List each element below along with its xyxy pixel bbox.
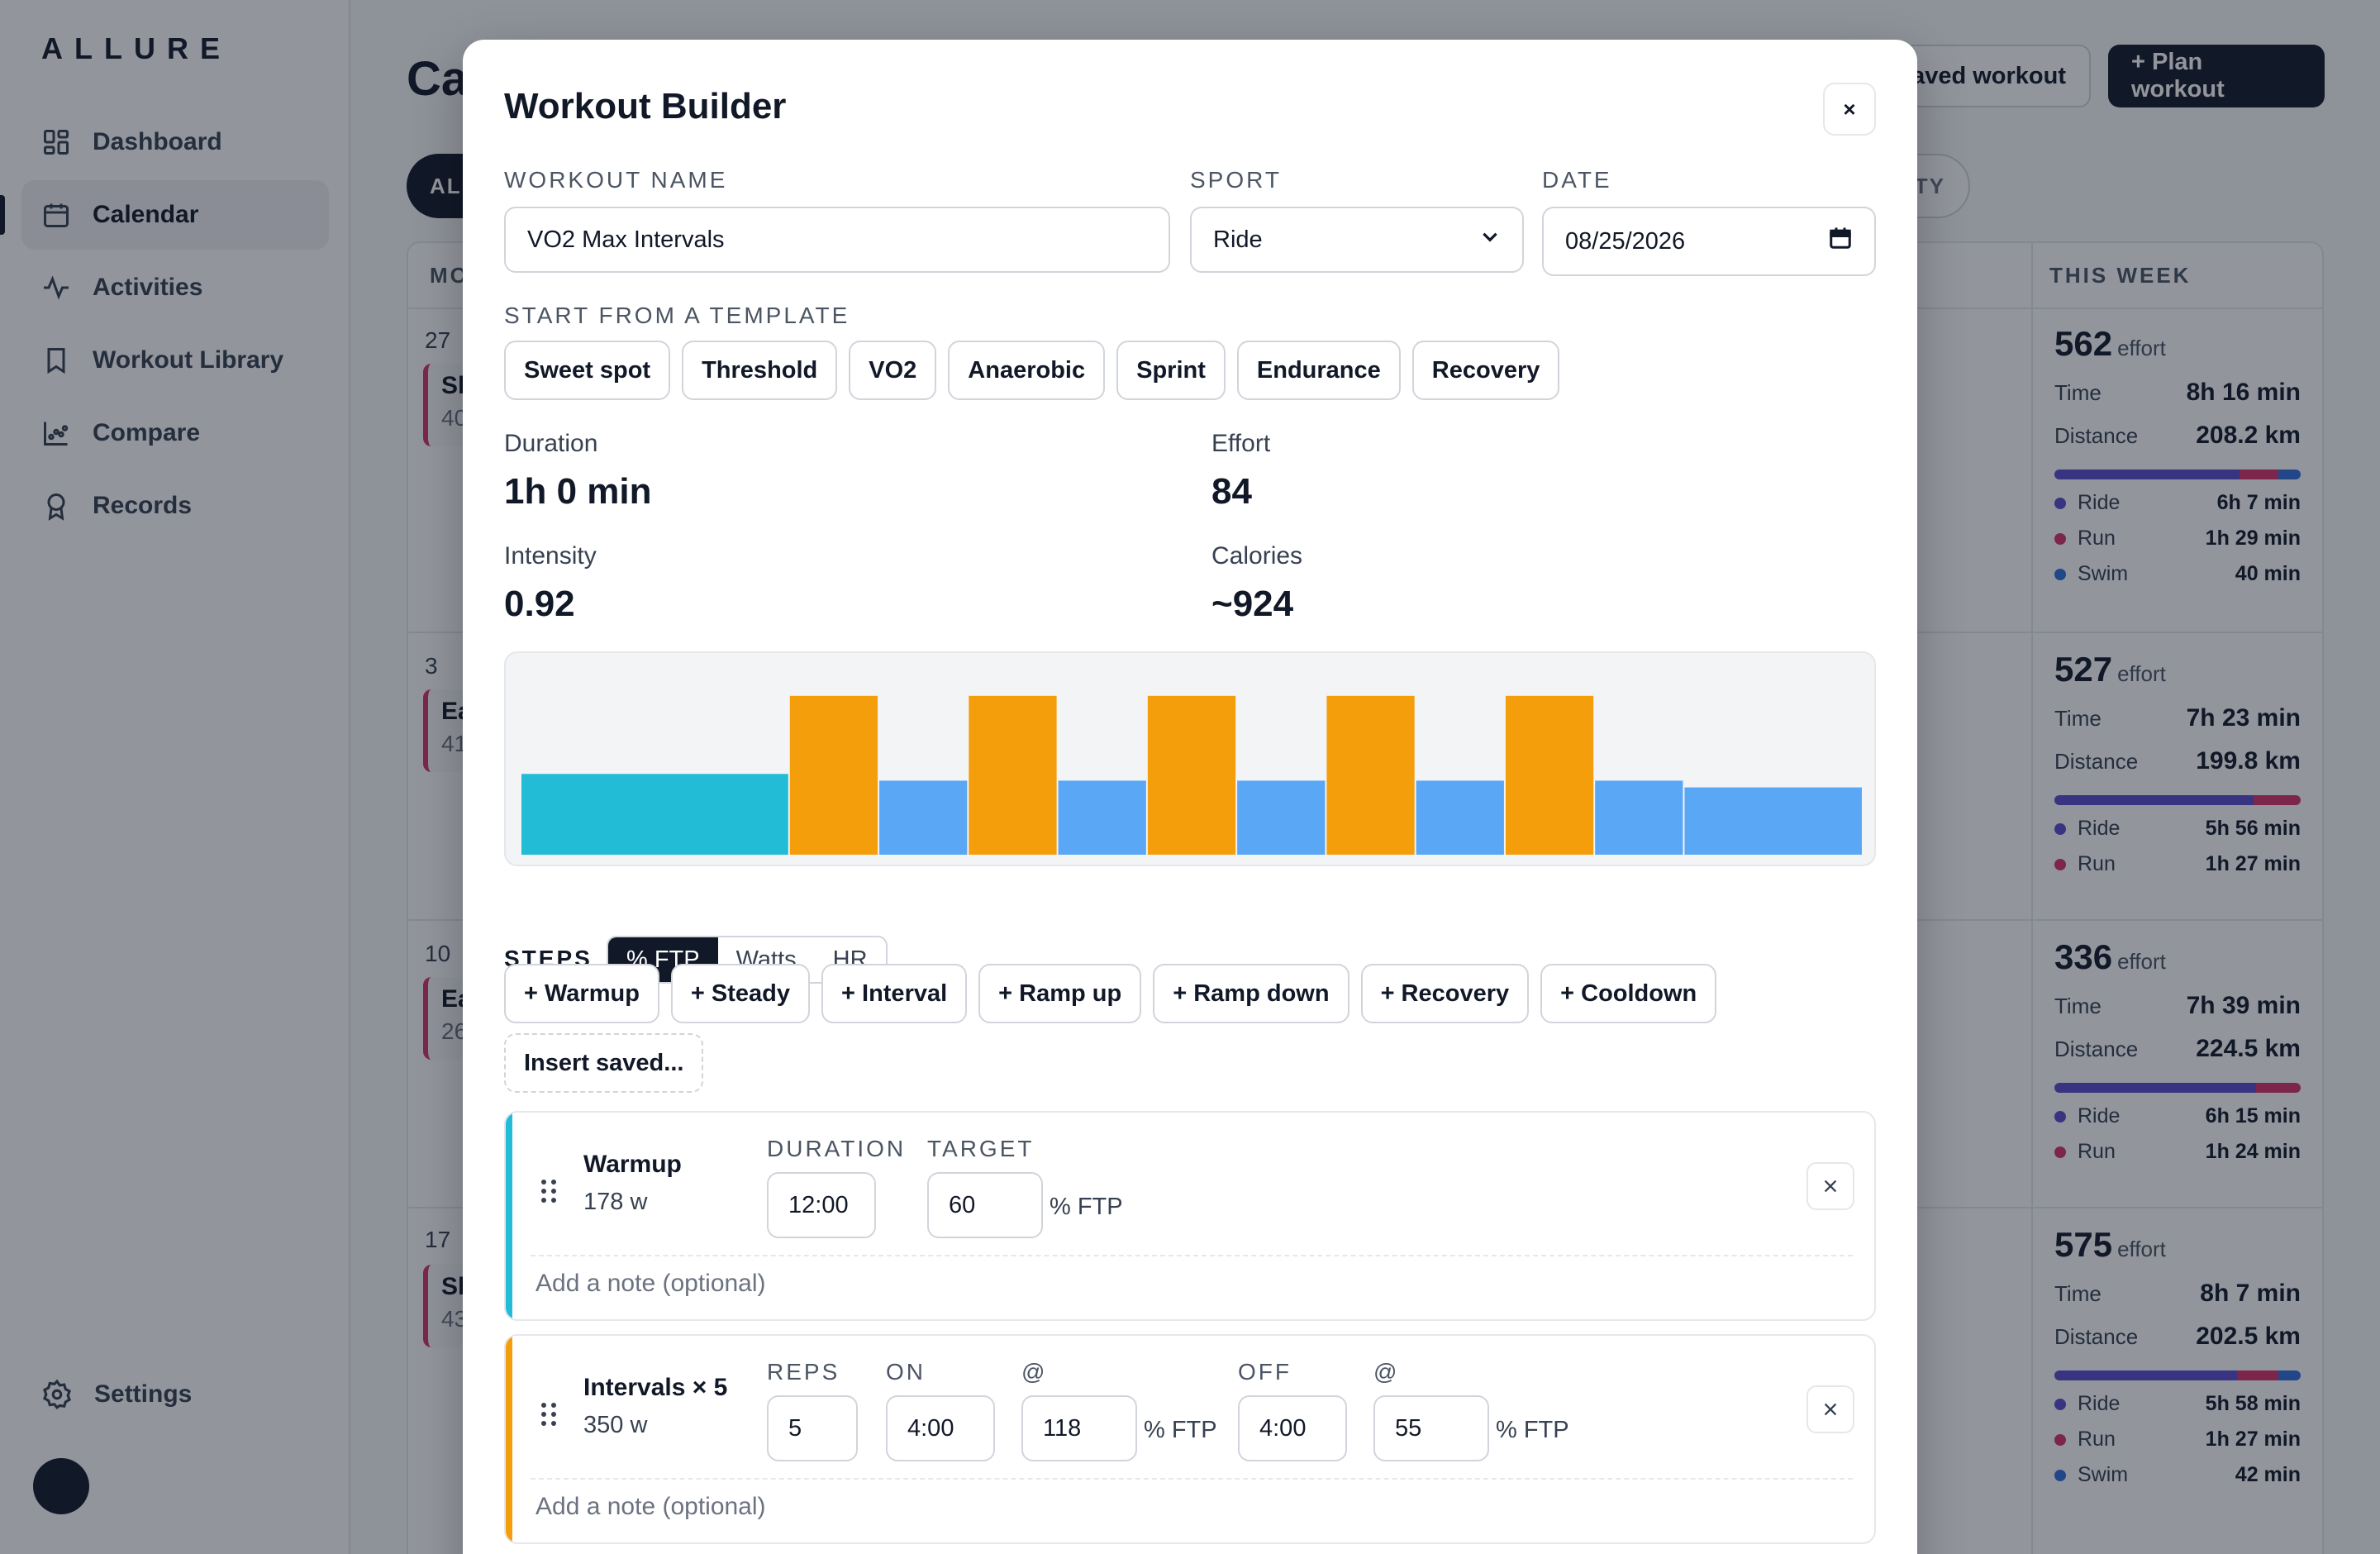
profile-bar-off (1595, 780, 1683, 855)
close-icon: × (1843, 96, 1856, 122)
chevron-down-icon (1479, 226, 1501, 254)
workout-name-label: WORKOUT NAME (504, 167, 728, 193)
step-note-input[interactable]: Add a note (optional) (536, 1270, 766, 1298)
add-ramp-down-button[interactable]: + Ramp down (1153, 964, 1349, 1023)
reps-field-label: REPS (767, 1359, 840, 1385)
delete-step-button[interactable] (1806, 1385, 1854, 1433)
close-button[interactable]: × (1823, 83, 1876, 136)
note-divider (531, 1478, 1853, 1480)
insert-saved-button[interactable]: Insert saved... (504, 1033, 704, 1093)
step-note-input[interactable]: Add a note (optional) (536, 1493, 766, 1521)
off-target-label: @ (1373, 1359, 1400, 1385)
profile-bar-off (1237, 780, 1326, 855)
profile-svg (521, 695, 1862, 855)
on-target-input[interactable]: 118 (1021, 1395, 1137, 1461)
add-cooldown-button[interactable]: + Cooldown (1540, 964, 1717, 1023)
add-recovery-button[interactable]: + Recovery (1360, 964, 1530, 1023)
template-vo2[interactable]: VO2 (849, 341, 937, 400)
template-sprint[interactable]: Sprint (1116, 341, 1226, 400)
profile-bar-warmup (521, 774, 788, 855)
step-watts: 350 w (583, 1412, 648, 1438)
profile-bar-off (1416, 780, 1504, 855)
template-list: Sweet spot Threshold VO2 Anaerobic Sprin… (504, 341, 1571, 400)
profile-bar-cooldown (1684, 787, 1862, 855)
on-duration-input[interactable]: 4:00 (886, 1395, 995, 1461)
step-card-intervals: Intervals × 5 350 w REPS 5 ON 4:00 @ 118… (504, 1334, 1876, 1544)
calories-stat: Calories ~924 (1211, 542, 1302, 625)
off-duration-input[interactable]: 4:00 (1238, 1395, 1347, 1461)
step-accent (506, 1336, 512, 1542)
insert-saved-row: Insert saved... (504, 1033, 715, 1093)
template-anaerobic[interactable]: Anaerobic (948, 341, 1106, 400)
step-card-warmup: Warmup 178 w DURATION 12:00 TARGET 60 % … (504, 1111, 1876, 1321)
intensity-stat: Intensity 0.92 (504, 542, 597, 625)
on-target-label: @ (1021, 1359, 1048, 1385)
workout-profile-chart (504, 651, 1876, 866)
add-interval-button[interactable]: + Interval (821, 964, 968, 1023)
sport-select-value: Ride (1213, 226, 1263, 253)
date-input[interactable]: 08/25/2026 (1542, 207, 1876, 276)
duration-field-label: DURATION (767, 1136, 907, 1161)
add-step-buttons: + Warmup + Steady + Interval + Ramp up +… (504, 964, 1728, 1023)
duration-input[interactable]: 12:00 (767, 1172, 876, 1238)
reps-input[interactable]: 5 (767, 1395, 858, 1461)
profile-bar-on (1326, 695, 1415, 855)
calories-label: Calories (1211, 542, 1303, 570)
target-input[interactable]: 60 (927, 1172, 1043, 1238)
profile-bar-on (969, 695, 1057, 855)
profile-bar-on (789, 695, 878, 855)
step-watts: 178 w (583, 1189, 648, 1215)
step-name: Warmup (583, 1151, 682, 1178)
date-label: DATE (1542, 167, 1612, 193)
close-icon (1824, 1180, 1837, 1193)
effort-stat: Effort 84 (1211, 430, 1270, 512)
delete-step-button[interactable] (1806, 1162, 1854, 1210)
profile-bar-off (1058, 780, 1146, 855)
intensity-label: Intensity (504, 542, 597, 570)
intensity-value: 0.92 (504, 584, 575, 624)
effort-value: 84 (1211, 471, 1252, 512)
add-ramp-up-button[interactable]: + Ramp up (978, 964, 1142, 1023)
target-field-label: TARGET (927, 1136, 1035, 1161)
off-target-input[interactable]: 55 (1373, 1395, 1489, 1461)
modal-title: Workout Builder (504, 86, 787, 126)
drag-handle-icon[interactable] (540, 1179, 557, 1204)
add-warmup-button[interactable]: + Warmup (504, 964, 659, 1023)
duration-stat: Duration 1h 0 min (504, 430, 652, 512)
off-target-unit: % FTP (1496, 1417, 1569, 1443)
step-name: Intervals × 5 (583, 1374, 728, 1401)
off-field-label: OFF (1238, 1359, 1292, 1385)
drag-handle-icon[interactable] (540, 1402, 557, 1427)
date-value: 08/25/2026 (1565, 227, 1686, 255)
template-sweet-spot[interactable]: Sweet spot (504, 341, 671, 400)
calories-value: ~924 (1211, 584, 1294, 624)
sport-select[interactable]: Ride (1190, 207, 1524, 273)
on-target-unit: % FTP (1144, 1417, 1217, 1443)
duration-value: 1h 0 min (504, 471, 652, 512)
template-endurance[interactable]: Endurance (1236, 341, 1401, 400)
profile-bar-off (879, 780, 968, 855)
note-divider (531, 1255, 1853, 1256)
workout-name-input[interactable]: VO2 Max Intervals (504, 207, 1170, 273)
profile-bar-on (1505, 695, 1594, 855)
template-recovery[interactable]: Recovery (1411, 341, 1560, 400)
sport-label: SPORT (1190, 167, 1282, 193)
target-unit: % FTP (1050, 1194, 1123, 1220)
profile-bar-on (1147, 695, 1236, 855)
duration-label: Duration (504, 430, 598, 457)
template-label: START FROM A TEMPLATE (504, 303, 850, 328)
effort-label: Effort (1211, 430, 1271, 457)
workout-builder-modal: Workout Builder × WORKOUT NAME VO2 Max I… (463, 40, 1917, 1554)
template-threshold[interactable]: Threshold (682, 341, 838, 400)
on-field-label: ON (886, 1359, 926, 1385)
add-steady-button[interactable]: + Steady (670, 964, 811, 1023)
calendar-picker-icon[interactable] (1828, 226, 1853, 257)
step-accent (506, 1113, 512, 1319)
close-icon (1824, 1403, 1837, 1416)
